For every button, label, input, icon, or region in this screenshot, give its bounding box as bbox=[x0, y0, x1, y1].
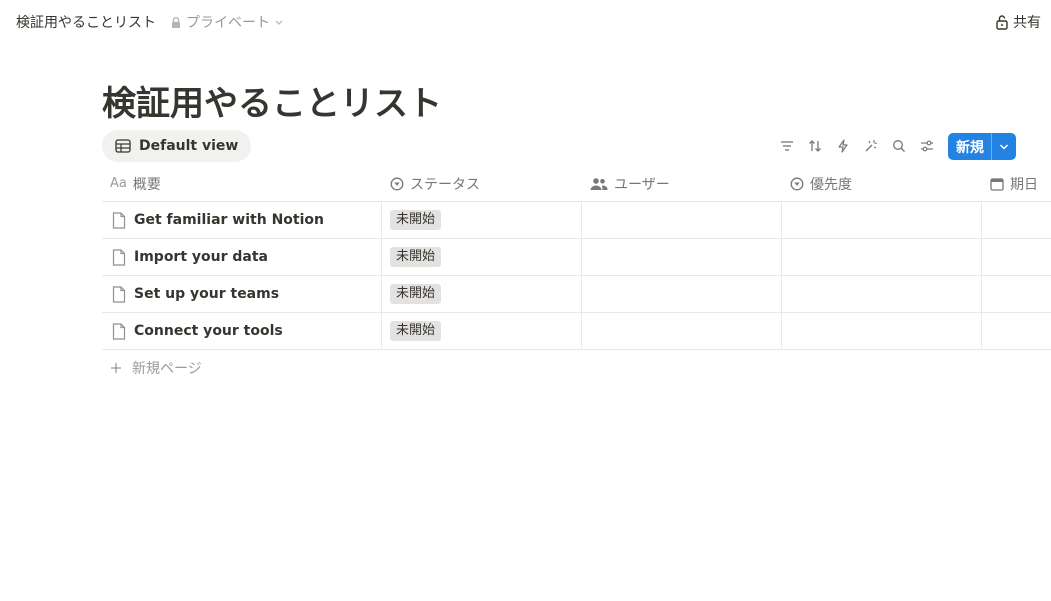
plus-icon bbox=[111, 363, 121, 373]
table-row[interactable]: Import your data 未開始 bbox=[102, 239, 1051, 276]
column-header-user[interactable]: ユーザー bbox=[590, 166, 670, 201]
row-date-cell[interactable] bbox=[981, 239, 1051, 275]
row-priority-cell[interactable] bbox=[781, 276, 981, 312]
document-icon bbox=[112, 322, 126, 340]
chevron-down-icon bbox=[1000, 143, 1009, 150]
column-label: 期日 bbox=[1010, 176, 1038, 193]
column-label: ユーザー bbox=[614, 176, 670, 193]
row-user-cell[interactable] bbox=[581, 313, 781, 349]
new-entry-button[interactable]: 新規 bbox=[948, 137, 991, 157]
topbar: 検証用やることリスト プライベート 共有 bbox=[0, 0, 1051, 44]
status-icon bbox=[790, 177, 804, 190]
chevron-down-icon bbox=[275, 20, 283, 25]
status-badge: 未開始 bbox=[390, 210, 442, 230]
row-title: Connect your tools bbox=[134, 323, 283, 339]
privacy-selector[interactable]: プライベート bbox=[170, 12, 284, 32]
row-title-cell[interactable]: Import your data bbox=[102, 239, 381, 275]
status-icon bbox=[390, 177, 404, 190]
row-user-cell[interactable] bbox=[581, 276, 781, 312]
column-header-status[interactable]: ステータス bbox=[390, 166, 480, 201]
sort-button[interactable] bbox=[804, 132, 826, 160]
table-icon bbox=[115, 139, 131, 153]
search-icon bbox=[893, 140, 905, 152]
ai-button[interactable] bbox=[860, 132, 882, 160]
row-date-cell[interactable] bbox=[981, 313, 1051, 349]
view-tab-default[interactable]: Default view bbox=[102, 130, 252, 162]
privacy-label: プライベート bbox=[186, 15, 270, 31]
search-button[interactable] bbox=[888, 132, 910, 160]
share-label: 共有 bbox=[1013, 15, 1041, 31]
row-title: Get familiar with Notion bbox=[134, 212, 324, 228]
table-row[interactable]: Get familiar with Notion 未開始 bbox=[102, 202, 1051, 239]
row-title-cell[interactable]: Get familiar with Notion bbox=[102, 202, 381, 238]
row-user-cell[interactable] bbox=[581, 239, 781, 275]
database-table: Aa 概要 ステータス ユーザー 優先度 期日 Get familiar wit… bbox=[102, 166, 1051, 350]
filter-icon bbox=[781, 141, 793, 151]
page-title[interactable]: 検証用やることリスト bbox=[102, 76, 442, 125]
unlock-icon bbox=[996, 15, 1008, 30]
row-date-cell[interactable] bbox=[981, 276, 1051, 312]
new-page-label: 新規ページ bbox=[132, 361, 202, 377]
document-icon bbox=[112, 211, 126, 229]
automation-button[interactable] bbox=[832, 132, 854, 160]
row-title-cell[interactable]: Set up your teams bbox=[102, 276, 381, 312]
column-label: 優先度 bbox=[810, 176, 852, 193]
new-page-button[interactable]: 新規ページ bbox=[110, 358, 202, 378]
settings-button[interactable] bbox=[916, 132, 938, 160]
column-label: 概要 bbox=[132, 176, 161, 193]
table-header: Aa 概要 ステータス ユーザー 優先度 期日 bbox=[102, 166, 1051, 202]
people-icon bbox=[590, 177, 608, 190]
column-label: ステータス bbox=[410, 176, 480, 193]
row-title-cell[interactable]: Connect your tools bbox=[102, 313, 381, 349]
sliders-icon bbox=[921, 140, 933, 152]
sort-icon bbox=[809, 140, 821, 152]
row-priority-cell[interactable] bbox=[781, 313, 981, 349]
column-header-priority[interactable]: 優先度 bbox=[790, 166, 852, 201]
row-status-cell[interactable]: 未開始 bbox=[381, 202, 581, 238]
document-icon bbox=[112, 248, 126, 266]
row-priority-cell[interactable] bbox=[781, 239, 981, 275]
breadcrumb[interactable]: 検証用やることリスト bbox=[16, 12, 156, 32]
filter-button[interactable] bbox=[776, 132, 798, 160]
new-entry-button-group: 新規 bbox=[948, 133, 1016, 160]
column-header-date[interactable]: 期日 bbox=[990, 166, 1038, 201]
document-icon bbox=[112, 285, 126, 303]
database-toolbar bbox=[776, 132, 938, 160]
lock-icon bbox=[172, 16, 180, 28]
row-date-cell[interactable] bbox=[981, 202, 1051, 238]
table-row[interactable]: Connect your tools 未開始 bbox=[102, 313, 1051, 350]
lightning-icon bbox=[838, 139, 848, 153]
view-tab-label: Default view bbox=[139, 138, 239, 154]
row-title: Set up your teams bbox=[134, 286, 280, 302]
status-badge: 未開始 bbox=[390, 321, 442, 341]
status-badge: 未開始 bbox=[390, 247, 442, 267]
row-title: Import your data bbox=[134, 249, 269, 265]
new-entry-dropdown[interactable] bbox=[991, 133, 1016, 160]
share-button[interactable]: 共有 bbox=[995, 12, 1041, 32]
sparkle-icon bbox=[865, 140, 878, 152]
row-priority-cell[interactable] bbox=[781, 202, 981, 238]
status-badge: 未開始 bbox=[390, 284, 442, 304]
table-row[interactable]: Set up your teams 未開始 bbox=[102, 276, 1051, 313]
row-status-cell[interactable]: 未開始 bbox=[381, 276, 581, 312]
row-status-cell[interactable]: 未開始 bbox=[381, 239, 581, 275]
row-status-cell[interactable]: 未開始 bbox=[381, 313, 581, 349]
text-icon: Aa bbox=[110, 176, 127, 191]
calendar-icon bbox=[990, 177, 1004, 191]
row-user-cell[interactable] bbox=[581, 202, 781, 238]
column-header-name[interactable]: Aa 概要 bbox=[110, 166, 161, 201]
